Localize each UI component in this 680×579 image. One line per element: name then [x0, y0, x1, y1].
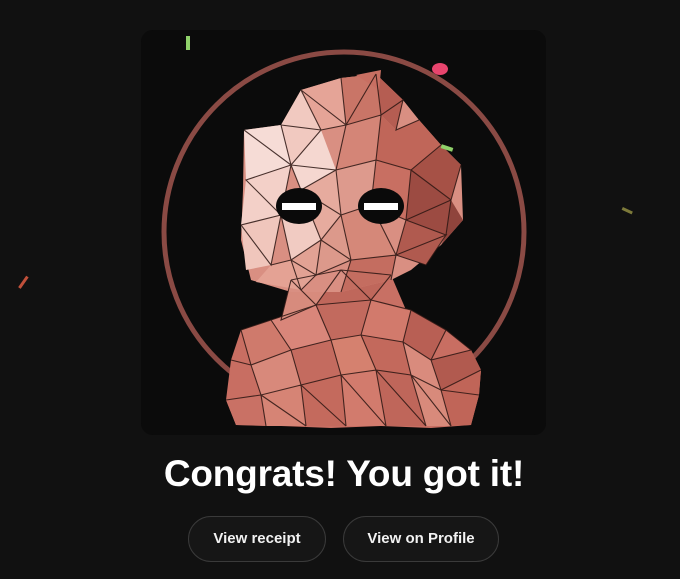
- confetti-piece: [186, 36, 190, 50]
- confetti-piece: [432, 63, 448, 75]
- view-receipt-button[interactable]: View receipt: [188, 516, 326, 562]
- success-headline: Congrats! You got it!: [163, 453, 525, 494]
- nft-image: [141, 30, 546, 435]
- nft-artwork: [141, 30, 546, 435]
- view-on-profile-button[interactable]: View on Profile: [343, 516, 499, 562]
- action-buttons: View receipt View on Profile: [0, 516, 680, 562]
- confetti-piece: [18, 275, 29, 289]
- confetti-piece: [621, 206, 633, 215]
- purchase-success-screen: Congrats! You got it! View receipt View …: [0, 0, 680, 579]
